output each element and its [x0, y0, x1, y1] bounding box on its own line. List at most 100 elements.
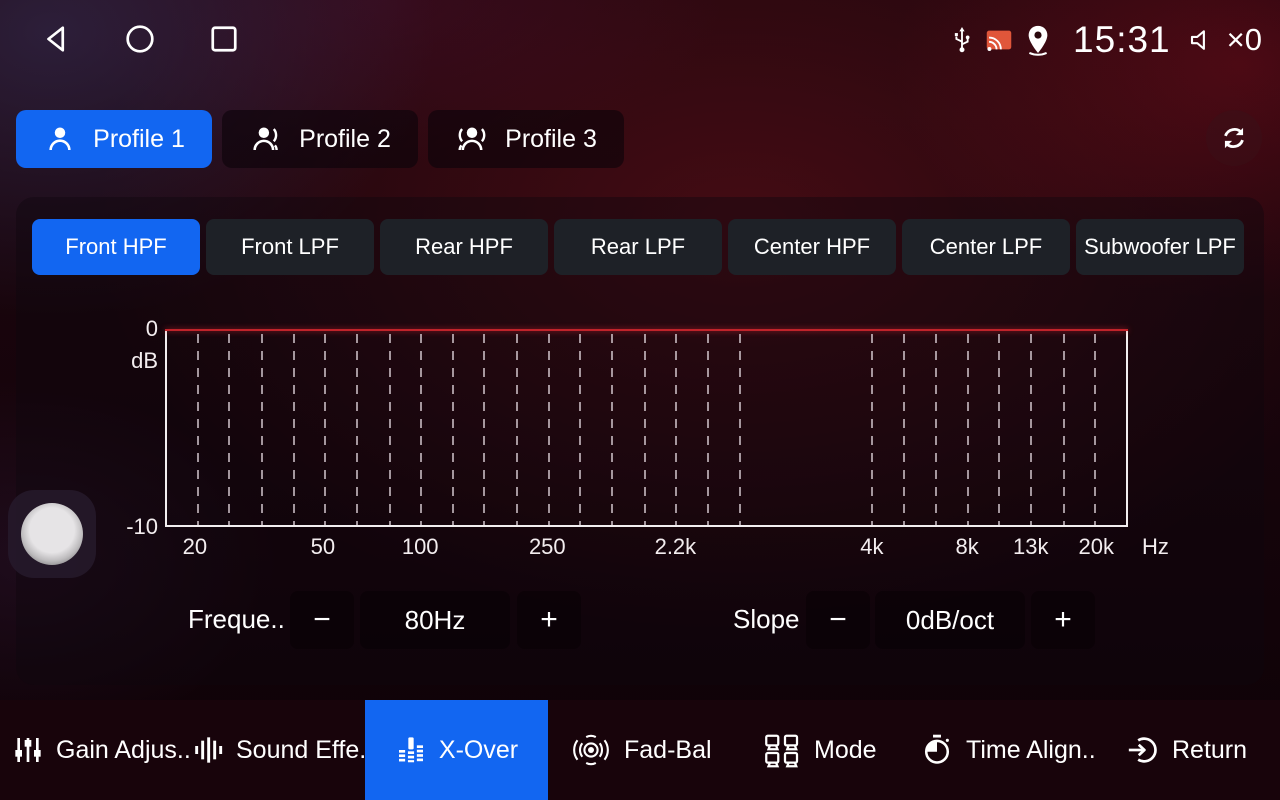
- gridline: [903, 334, 905, 525]
- frequency-label: Freque..: [188, 604, 285, 635]
- bottomnav-time-align[interactable]: Time Align..: [920, 700, 1096, 800]
- gridline: [548, 334, 550, 525]
- equalizer-icon: [395, 734, 427, 766]
- gridline: [261, 334, 263, 525]
- profile-1-button[interactable]: Profile 1: [16, 110, 212, 168]
- cast-icon: [985, 27, 1013, 53]
- response-curve: [165, 329, 1128, 331]
- tab-rear-lpf[interactable]: Rear LPF: [554, 219, 722, 275]
- plus-icon: +: [1054, 603, 1072, 637]
- tab-center-lpf[interactable]: Center LPF: [902, 219, 1070, 275]
- gridline: [579, 334, 581, 525]
- sound-effect-icon: [192, 734, 224, 766]
- y-axis-label: dB: [108, 348, 158, 374]
- plus-icon: +: [540, 603, 558, 637]
- x-tick-label: 250: [529, 534, 566, 560]
- gridline: [1063, 334, 1065, 525]
- gridline: [935, 334, 937, 525]
- y-tick-minus10: -10: [100, 514, 158, 540]
- tab-rear-hpf[interactable]: Rear HPF: [380, 219, 548, 275]
- bottomnav-fad-bal[interactable]: Fad-Bal: [570, 700, 712, 800]
- bottomnav-label: Fad-Bal: [624, 736, 712, 765]
- gridline: [197, 334, 199, 525]
- profile-3-button[interactable]: Profile 3: [428, 110, 624, 168]
- gridline: [611, 334, 613, 525]
- tab-center-hpf[interactable]: Center HPF: [728, 219, 896, 275]
- clock: 15:31: [1073, 19, 1171, 61]
- gridline: [871, 334, 873, 525]
- volume-mute-icon: [1187, 25, 1217, 55]
- bottomnav-mode[interactable]: Mode: [762, 700, 877, 800]
- x-axis-ticks: 20501002502.2k4k8k13k20k: [165, 534, 1128, 562]
- tab-label: Rear HPF: [415, 234, 513, 260]
- x-tick-label: 8k: [956, 534, 979, 560]
- tab-subwoofer-lpf[interactable]: Subwoofer LPF: [1076, 219, 1244, 275]
- bottom-nav-bar: Gain Adjus.. Sound Effe.. X-Over: [0, 700, 1280, 800]
- profile-label: Profile 1: [93, 125, 185, 154]
- profile-2-button[interactable]: Profile 2: [222, 110, 418, 168]
- tab-label: Front LPF: [241, 234, 339, 260]
- user-voice2-icon: [455, 122, 489, 156]
- bottomnav-gain-adjust[interactable]: Gain Adjus..: [12, 700, 191, 800]
- gridline: [1030, 334, 1032, 525]
- gridline: [324, 334, 326, 525]
- frequency-minus-button[interactable]: −: [290, 591, 354, 649]
- usb-icon: [949, 25, 975, 55]
- bottomnav-label: Sound Effe..: [236, 736, 373, 765]
- x-tick-label: 2.2k: [655, 534, 697, 560]
- time-align-icon: [920, 733, 954, 767]
- tab-front-lpf[interactable]: Front LPF: [206, 219, 374, 275]
- x-tick-label: 20: [183, 534, 207, 560]
- tab-front-hpf[interactable]: Front HPF: [32, 219, 200, 275]
- gridline: [452, 334, 454, 525]
- tab-label: Front HPF: [65, 234, 166, 260]
- gridline: [707, 334, 709, 525]
- refresh-button[interactable]: [1206, 110, 1262, 166]
- y-tick-0: 0: [108, 316, 158, 342]
- slope-label: Slope: [733, 604, 800, 635]
- gridline: [675, 334, 677, 525]
- tab-label: Subwoofer LPF: [1084, 234, 1236, 260]
- x-tick-label: 100: [402, 534, 439, 560]
- gridline: [356, 334, 358, 525]
- sync-icon: [1218, 122, 1250, 154]
- bottomnav-return[interactable]: Return: [1126, 700, 1247, 800]
- bottomnav-x-over[interactable]: X-Over: [365, 700, 548, 800]
- gridline: [389, 334, 391, 525]
- home-icon[interactable]: [122, 21, 158, 57]
- slope-minus-button[interactable]: −: [806, 591, 870, 649]
- bottomnav-label: Mode: [814, 736, 877, 765]
- location-icon: [1023, 24, 1053, 56]
- bottomnav-label: Gain Adjus..: [56, 736, 191, 765]
- gridline: [739, 334, 741, 525]
- gain-sliders-icon: [12, 734, 44, 766]
- profile-label: Profile 2: [299, 125, 391, 154]
- frequency-value: 80Hz: [360, 591, 510, 649]
- minus-icon: −: [313, 603, 331, 637]
- status-bar: 15:31 ×0: [0, 0, 1280, 80]
- status-indicators: 15:31 ×0: [949, 0, 1262, 80]
- gridline: [516, 334, 518, 525]
- tab-label: Center HPF: [754, 234, 870, 260]
- gridline: [483, 334, 485, 525]
- knob-circle-icon: [21, 503, 83, 565]
- recents-icon[interactable]: [206, 21, 242, 57]
- gridline: [644, 334, 646, 525]
- crossover-panel: Front HPF Front LPF Rear HPF Rear LPF Ce…: [16, 197, 1264, 685]
- bottomnav-label: Time Align..: [966, 736, 1096, 765]
- x-tick-label: 4k: [860, 534, 883, 560]
- return-icon: [1126, 733, 1160, 767]
- volume-level: ×0: [1227, 22, 1262, 58]
- gridline: [1094, 334, 1096, 525]
- back-icon[interactable]: [38, 21, 74, 57]
- slope-plus-button[interactable]: +: [1031, 591, 1095, 649]
- tab-label: Center LPF: [930, 234, 1043, 260]
- frequency-plus-button[interactable]: +: [517, 591, 581, 649]
- user-voice-icon: [249, 122, 283, 156]
- minus-icon: −: [829, 603, 847, 637]
- bottomnav-label: Return: [1172, 736, 1247, 765]
- bottomnav-sound-effect[interactable]: Sound Effe..: [192, 700, 373, 800]
- x-tick-label: 50: [311, 534, 335, 560]
- x-tick-label: 20k: [1078, 534, 1113, 560]
- floating-knob-button[interactable]: [8, 490, 96, 578]
